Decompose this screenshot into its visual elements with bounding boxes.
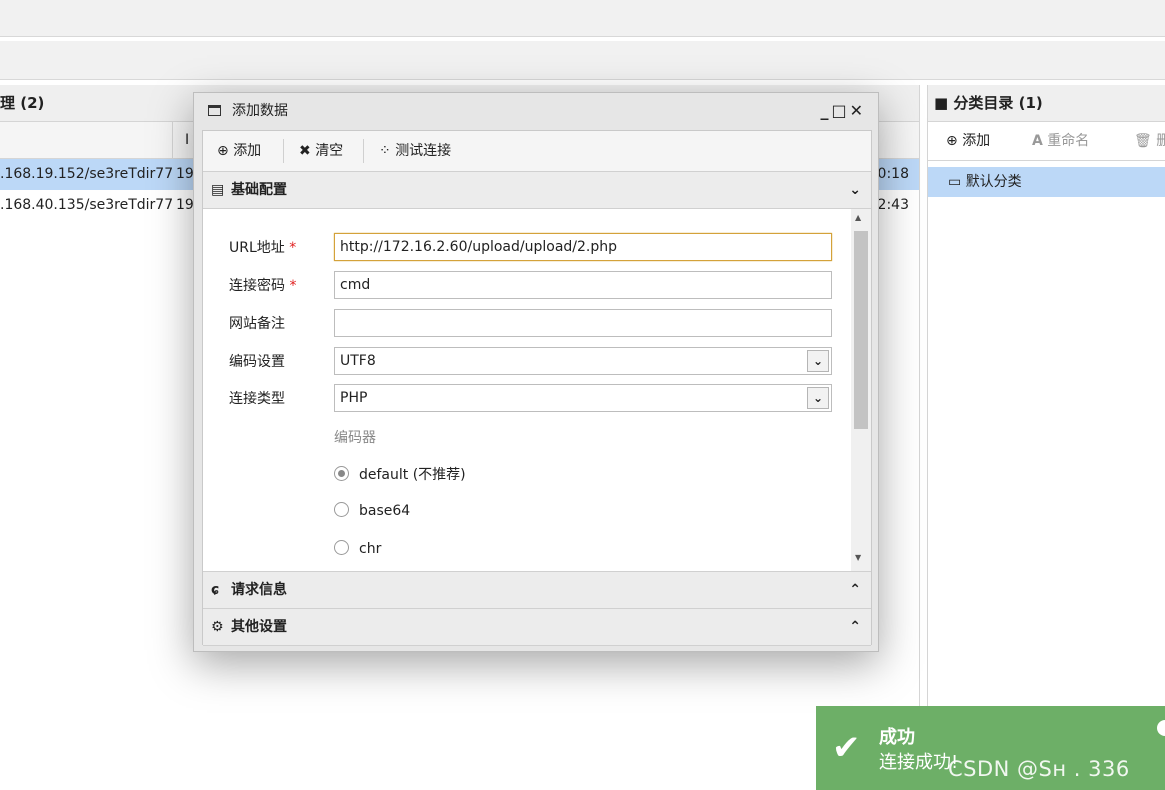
encoder-option-base64[interactable]: base64 [334,502,410,519]
spinner-icon: ⁘ [379,143,391,159]
encoding-select[interactable]: UTF8 ⌄ [334,347,832,375]
url-cell: .168.40.135/se3reTdir77 [0,197,172,213]
top-menu-bar [0,0,1165,37]
other-settings-section-header[interactable]: ⚙ 其他设置 ⌃ [203,609,871,646]
edge-icon: ɕ [211,582,220,598]
toolbar-divider [363,139,364,163]
watermark: CSDN @Sʜ . 336 [948,757,1130,781]
radio-icon[interactable] [334,502,349,517]
request-info-section-header[interactable]: ɕ 请求信息 ⌃ [203,572,871,609]
cogs-icon: ⚙ [211,619,224,635]
test-connection-button[interactable]: ⁘ 测试连接 [379,140,451,162]
radio-icon[interactable] [334,466,349,481]
encoder-option-chr[interactable]: chr [334,540,381,557]
check-icon: ✔ [832,728,861,768]
url-label: URL地址 * [229,240,297,256]
toast-title: 成功 [879,727,915,748]
close-icon[interactable]: ✕ [850,101,866,120]
time-cell: 2:43 [877,197,909,213]
url-input[interactable]: http://172.16.2.60/upload/upload/2.php [334,233,832,261]
category-panel: ■ 分类目录 (1) ⊕ 添加 A 重命名 🗑 删 ▭ 默认分类 [927,85,1165,790]
folder-icon: ■ [934,94,949,112]
section-title: 请求信息 [231,582,287,598]
ip-column-header[interactable]: I [172,122,189,158]
plus-circle-icon: ⊕ [946,133,958,149]
category-toolbar: ⊕ 添加 A 重命名 🗑 删 [928,122,1165,161]
basic-config-section-header[interactable]: ▤ 基础配置 ⌄ [203,172,871,209]
add-data-dialog: 添加数据 _□✕ ⊕ 添加 ✖ 清空 ⁘ 测试连接 ▤ 基础配置 ⌄ URL地址… [193,92,879,652]
type-label: 连接类型 [229,391,285,407]
chevron-down-icon[interactable]: ⌄ [849,172,861,208]
font-icon: A [1032,133,1043,149]
category-delete-button[interactable]: 🗑 删 [1134,130,1165,152]
password-input[interactable]: cmd [334,271,832,299]
form-scrollbar[interactable]: ▲ ▼ [851,209,871,571]
plus-circle-icon: ⊕ [217,143,229,159]
dialog-titlebar[interactable]: 添加数据 _□✕ [194,93,878,129]
chevron-up-icon[interactable]: ⌃ [849,572,861,608]
minimize-icon[interactable]: _ [820,101,831,120]
chevron-down-icon[interactable]: ⌄ [807,387,829,409]
scrollbar-thumb[interactable] [854,231,868,429]
encoding-label: 编码设置 [229,354,285,370]
ip-cell: 19 [176,166,194,182]
password-label: 连接密码 * [229,278,297,294]
category-panel-title: ■ 分类目录 (1) [928,85,1165,122]
dialog-body: ⊕ 添加 ✖ 清空 ⁘ 测试连接 ▤ 基础配置 ⌄ URL地址 * http:/… [202,130,872,646]
clear-button[interactable]: ✖ 清空 [299,140,343,162]
dialog-title: 添加数据 [232,103,288,119]
maximize-icon[interactable]: □ [831,101,849,120]
times-icon: ✖ [299,143,311,159]
time-cell: 0:18 [877,166,909,182]
category-item-default[interactable]: ▭ 默认分类 [928,167,1165,197]
dialog-toolbar: ⊕ 添加 ✖ 清空 ⁘ 测试连接 [203,131,871,172]
encoder-label: 编码器 [334,430,376,446]
note-input[interactable] [334,309,832,337]
add-button[interactable]: ⊕ 添加 [217,140,261,162]
file-text-icon: ▤ [211,182,225,198]
ip-cell: 19 [176,197,194,213]
radio-icon[interactable] [334,540,349,555]
scroll-up-icon[interactable]: ▲ [855,213,861,222]
toast-close-icon[interactable] [1157,720,1165,736]
category-rename-button[interactable]: A 重命名 [1032,130,1089,152]
encoder-option-default[interactable]: default (不推荐) [334,464,466,484]
window-controls[interactable]: _□✕ [820,93,866,129]
toolbar-divider [283,139,284,163]
category-add-button[interactable]: ⊕ 添加 [946,130,990,152]
note-label: 网站备注 [229,316,285,332]
toast-message: 连接成功! [879,752,959,773]
basic-config-form: URL地址 * http://172.16.2.60/upload/upload… [203,209,871,572]
section-title: 其他设置 [231,619,287,635]
type-select[interactable]: PHP ⌄ [334,384,832,412]
scroll-down-icon[interactable]: ▼ [855,553,861,562]
url-cell: .168.19.152/se3reTdir77 [0,166,172,182]
chevron-down-icon[interactable]: ⌄ [807,350,829,372]
top-toolbar [0,41,1165,80]
folder-open-icon: ▭ [948,174,962,190]
trash-icon: 🗑 [1134,133,1152,149]
chevron-up-icon[interactable]: ⌃ [849,609,861,645]
section-title: 基础配置 [231,182,287,198]
window-icon [208,105,221,116]
